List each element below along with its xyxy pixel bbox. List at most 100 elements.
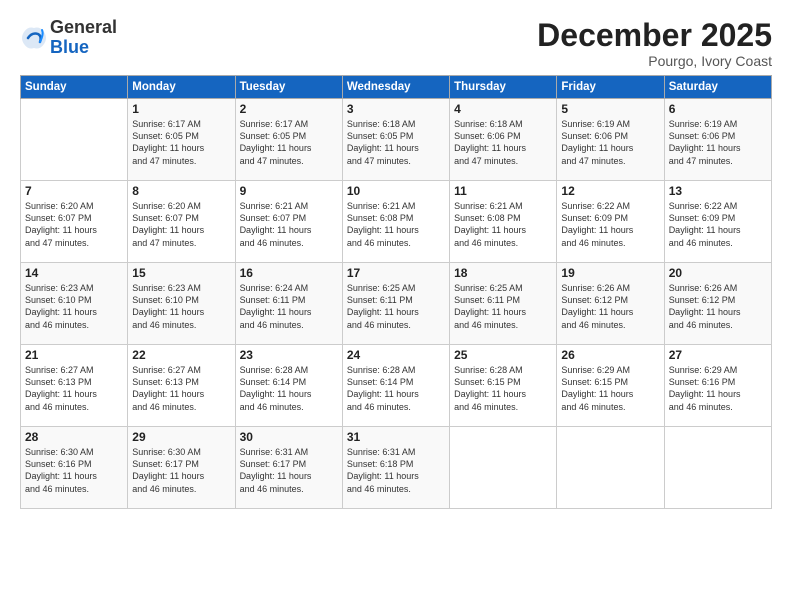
calendar-cell: 23Sunrise: 6:28 AM Sunset: 6:14 PM Dayli… <box>235 345 342 427</box>
cell-info: Sunrise: 6:23 AM Sunset: 6:10 PM Dayligh… <box>25 282 123 331</box>
calendar-page: General Blue December 2025 Pourgo, Ivory… <box>0 0 792 612</box>
calendar-cell: 10Sunrise: 6:21 AM Sunset: 6:08 PM Dayli… <box>342 181 449 263</box>
calendar-cell: 24 Sunrise: 6:28 AM Sunset: 6:14 PM Dayli… <box>342 345 449 427</box>
cell-info: Sunrise: 6:19 AM Sunset: 6:06 PM Dayligh… <box>561 118 659 167</box>
day-number: 21 <box>25 348 123 362</box>
calendar-cell: 3 Sunrise: 6:18 AM Sunset: 6:05 PM Daylig… <box>342 99 449 181</box>
calendar-cell: 22Sunrise: 6:27 AM Sunset: 6:13 PM Dayli… <box>128 345 235 427</box>
calendar-cell: 13 Sunrise: 6:22 AM Sunset: 6:09 PM Dayli… <box>664 181 771 263</box>
calendar-cell: 5 Sunrise: 6:19 AM Sunset: 6:06 PM Daylig… <box>557 99 664 181</box>
cell-info: Sunrise: 6:26 AM Sunset: 6:12 PM Dayligh… <box>561 282 659 331</box>
day-number: 24 <box>347 348 445 362</box>
logo: General Blue <box>20 18 117 58</box>
cell-info: Sunrise: 6:19 AM Sunset: 6:06 PM Dayligh… <box>669 118 767 167</box>
calendar-cell: 15Sunrise: 6:23 AM Sunset: 6:10 PM Dayli… <box>128 263 235 345</box>
cell-info: Sunrise: 6:21 AM Sunset: 6:07 PM Dayligh… <box>240 200 338 249</box>
day-number: 6 <box>669 102 767 116</box>
day-number: 1 <box>132 102 230 116</box>
location: Pourgo, Ivory Coast <box>537 53 772 69</box>
calendar-body: 1 Sunrise: 6:17 AM Sunset: 6:05 PM Daylig… <box>21 99 772 509</box>
cell-info: Sunrise: 6:22 AM Sunset: 6:09 PM Dayligh… <box>669 200 767 249</box>
day-number: 29 <box>132 430 230 444</box>
calendar-cell <box>557 427 664 509</box>
month-title: December 2025 <box>537 18 772 53</box>
day-number: 28 <box>25 430 123 444</box>
cell-info: Sunrise: 6:27 AM Sunset: 6:13 PM Dayligh… <box>25 364 123 413</box>
cell-info: Sunrise: 6:21 AM Sunset: 6:08 PM Dayligh… <box>454 200 552 249</box>
day-number: 13 <box>669 184 767 198</box>
day-number: 25 <box>454 348 552 362</box>
cell-info: Sunrise: 6:24 AM Sunset: 6:11 PM Dayligh… <box>240 282 338 331</box>
cell-info: Sunrise: 6:18 AM Sunset: 6:06 PM Dayligh… <box>454 118 552 167</box>
calendar-cell: 6 Sunrise: 6:19 AM Sunset: 6:06 PM Daylig… <box>664 99 771 181</box>
week-row-2: 7 Sunrise: 6:20 AM Sunset: 6:07 PM Daylig… <box>21 181 772 263</box>
cell-info: Sunrise: 6:25 AM Sunset: 6:11 PM Dayligh… <box>347 282 445 331</box>
calendar-cell: 1 Sunrise: 6:17 AM Sunset: 6:05 PM Daylig… <box>128 99 235 181</box>
header-saturday: Saturday <box>664 76 771 99</box>
calendar-cell: 17 Sunrise: 6:25 AM Sunset: 6:11 PM Dayli… <box>342 263 449 345</box>
day-number: 7 <box>25 184 123 198</box>
cell-info: Sunrise: 6:26 AM Sunset: 6:12 PM Dayligh… <box>669 282 767 331</box>
cell-info: Sunrise: 6:17 AM Sunset: 6:05 PM Dayligh… <box>132 118 230 167</box>
cell-info: Sunrise: 6:25 AM Sunset: 6:11 PM Dayligh… <box>454 282 552 331</box>
cell-info: Sunrise: 6:29 AM Sunset: 6:16 PM Dayligh… <box>669 364 767 413</box>
cell-info: Sunrise: 6:17 AM Sunset: 6:05 PM Dayligh… <box>240 118 338 167</box>
day-number: 11 <box>454 184 552 198</box>
calendar-cell: 11 Sunrise: 6:21 AM Sunset: 6:08 PM Dayli… <box>450 181 557 263</box>
cell-info: Sunrise: 6:21 AM Sunset: 6:08 PM Dayligh… <box>347 200 445 249</box>
logo-text: General Blue <box>50 18 117 58</box>
day-number: 9 <box>240 184 338 198</box>
cell-info: Sunrise: 6:28 AM Sunset: 6:14 PM Dayligh… <box>240 364 338 413</box>
calendar-cell: 16 Sunrise: 6:24 AM Sunset: 6:11 PM Dayli… <box>235 263 342 345</box>
week-row-3: 14 Sunrise: 6:23 AM Sunset: 6:10 PM Dayli… <box>21 263 772 345</box>
calendar-cell: 29 Sunrise: 6:30 AM Sunset: 6:17 PM Dayli… <box>128 427 235 509</box>
cell-info: Sunrise: 6:28 AM Sunset: 6:14 PM Dayligh… <box>347 364 445 413</box>
calendar-cell <box>21 99 128 181</box>
calendar-header: SundayMondayTuesdayWednesdayThursdayFrid… <box>21 76 772 99</box>
calendar-cell <box>664 427 771 509</box>
day-number: 3 <box>347 102 445 116</box>
header-tuesday: Tuesday <box>235 76 342 99</box>
logo-icon <box>20 24 48 52</box>
cell-info: Sunrise: 6:30 AM Sunset: 6:17 PM Dayligh… <box>132 446 230 495</box>
calendar-cell: 28 Sunrise: 6:30 AM Sunset: 6:16 PM Dayli… <box>21 427 128 509</box>
page-header: General Blue December 2025 Pourgo, Ivory… <box>20 18 772 69</box>
day-number: 14 <box>25 266 123 280</box>
day-number: 18 <box>454 266 552 280</box>
day-number: 17 <box>347 266 445 280</box>
calendar-cell: 27Sunrise: 6:29 AM Sunset: 6:16 PM Dayli… <box>664 345 771 427</box>
day-number: 4 <box>454 102 552 116</box>
cell-info: Sunrise: 6:20 AM Sunset: 6:07 PM Dayligh… <box>132 200 230 249</box>
day-number: 26 <box>561 348 659 362</box>
cell-info: Sunrise: 6:29 AM Sunset: 6:15 PM Dayligh… <box>561 364 659 413</box>
calendar-cell: 21 Sunrise: 6:27 AM Sunset: 6:13 PM Dayli… <box>21 345 128 427</box>
cell-info: Sunrise: 6:22 AM Sunset: 6:09 PM Dayligh… <box>561 200 659 249</box>
header-thursday: Thursday <box>450 76 557 99</box>
cell-info: Sunrise: 6:27 AM Sunset: 6:13 PM Dayligh… <box>132 364 230 413</box>
day-number: 20 <box>669 266 767 280</box>
week-row-5: 28 Sunrise: 6:30 AM Sunset: 6:16 PM Dayli… <box>21 427 772 509</box>
calendar-cell: 30Sunrise: 6:31 AM Sunset: 6:17 PM Dayli… <box>235 427 342 509</box>
header-friday: Friday <box>557 76 664 99</box>
day-number: 12 <box>561 184 659 198</box>
day-number: 31 <box>347 430 445 444</box>
title-block: December 2025 Pourgo, Ivory Coast <box>537 18 772 69</box>
calendar-cell: 31 Sunrise: 6:31 AM Sunset: 6:18 PM Dayli… <box>342 427 449 509</box>
day-number: 15 <box>132 266 230 280</box>
calendar-cell: 9 Sunrise: 6:21 AM Sunset: 6:07 PM Daylig… <box>235 181 342 263</box>
cell-info: Sunrise: 6:20 AM Sunset: 6:07 PM Dayligh… <box>25 200 123 249</box>
calendar-cell: 2Sunrise: 6:17 AM Sunset: 6:05 PM Daylig… <box>235 99 342 181</box>
calendar-cell: 19Sunrise: 6:26 AM Sunset: 6:12 PM Dayli… <box>557 263 664 345</box>
day-number: 5 <box>561 102 659 116</box>
day-number: 8 <box>132 184 230 198</box>
calendar-cell <box>450 427 557 509</box>
cell-info: Sunrise: 6:31 AM Sunset: 6:18 PM Dayligh… <box>347 446 445 495</box>
week-row-1: 1 Sunrise: 6:17 AM Sunset: 6:05 PM Daylig… <box>21 99 772 181</box>
day-number: 30 <box>240 430 338 444</box>
cell-info: Sunrise: 6:18 AM Sunset: 6:05 PM Dayligh… <box>347 118 445 167</box>
calendar-table: SundayMondayTuesdayWednesdayThursdayFrid… <box>20 75 772 509</box>
calendar-cell: 7 Sunrise: 6:20 AM Sunset: 6:07 PM Daylig… <box>21 181 128 263</box>
cell-info: Sunrise: 6:28 AM Sunset: 6:15 PM Dayligh… <box>454 364 552 413</box>
cell-info: Sunrise: 6:30 AM Sunset: 6:16 PM Dayligh… <box>25 446 123 495</box>
day-number: 16 <box>240 266 338 280</box>
